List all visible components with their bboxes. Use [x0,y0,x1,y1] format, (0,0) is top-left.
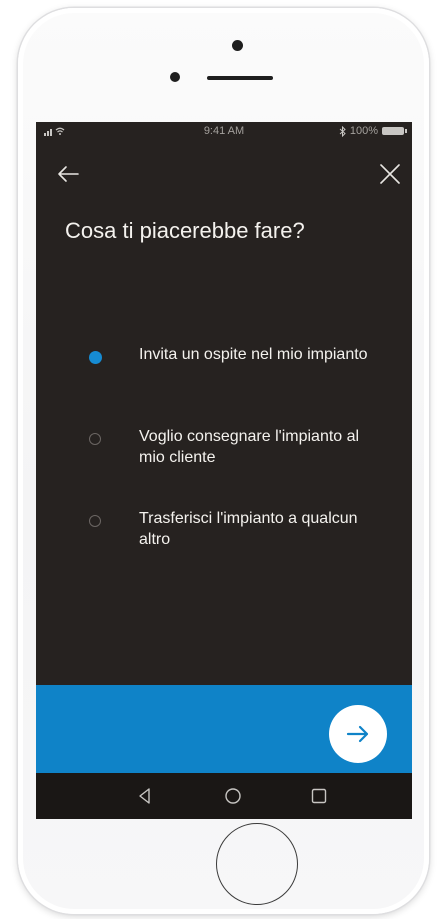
back-triangle-icon[interactable] [134,785,156,807]
android-nav-bar [36,773,412,819]
option-invite-guest[interactable]: Invita un ospite nel mio impianto [36,344,412,404]
front-camera [232,40,243,51]
home-circle-icon[interactable] [222,785,244,807]
home-button[interactable] [216,823,298,905]
action-bar [36,685,412,773]
option-transfer-to-someone[interactable]: Trasferisci l'impianto a qualcun altro [36,508,412,568]
radio-unselected-icon[interactable] [89,433,101,445]
status-right: 100% [339,125,407,137]
option-label: Voglio consegnare l'impianto al mio clie… [139,428,360,466]
next-button[interactable] [329,705,387,763]
arrow-left-icon[interactable] [54,160,82,188]
bluetooth-icon [339,125,346,137]
proximity-sensor [170,72,180,82]
battery-icon [382,127,407,135]
option-hand-over-to-client[interactable]: Voglio consegnare l'impianto al mio clie… [36,426,412,486]
arrow-right-icon [346,725,369,743]
close-icon[interactable] [376,160,404,188]
earpiece-speaker [207,76,273,80]
option-label: Invita un ospite nel mio impianto [139,346,368,363]
option-label: Trasferisci l'impianto a qualcun altro [139,510,358,548]
battery-percentage: 100% [349,125,378,137]
status-bar: 9:41 AM 100% [36,122,412,140]
page-title: Cosa ti piacerebbe fare? [65,218,305,243]
radio-selected-icon[interactable] [89,351,102,364]
app-screen: 9:41 AM 100% Cosa ti piacerebbe fare? In… [36,122,412,819]
recents-square-icon[interactable] [308,785,330,807]
radio-unselected-icon[interactable] [89,515,101,527]
